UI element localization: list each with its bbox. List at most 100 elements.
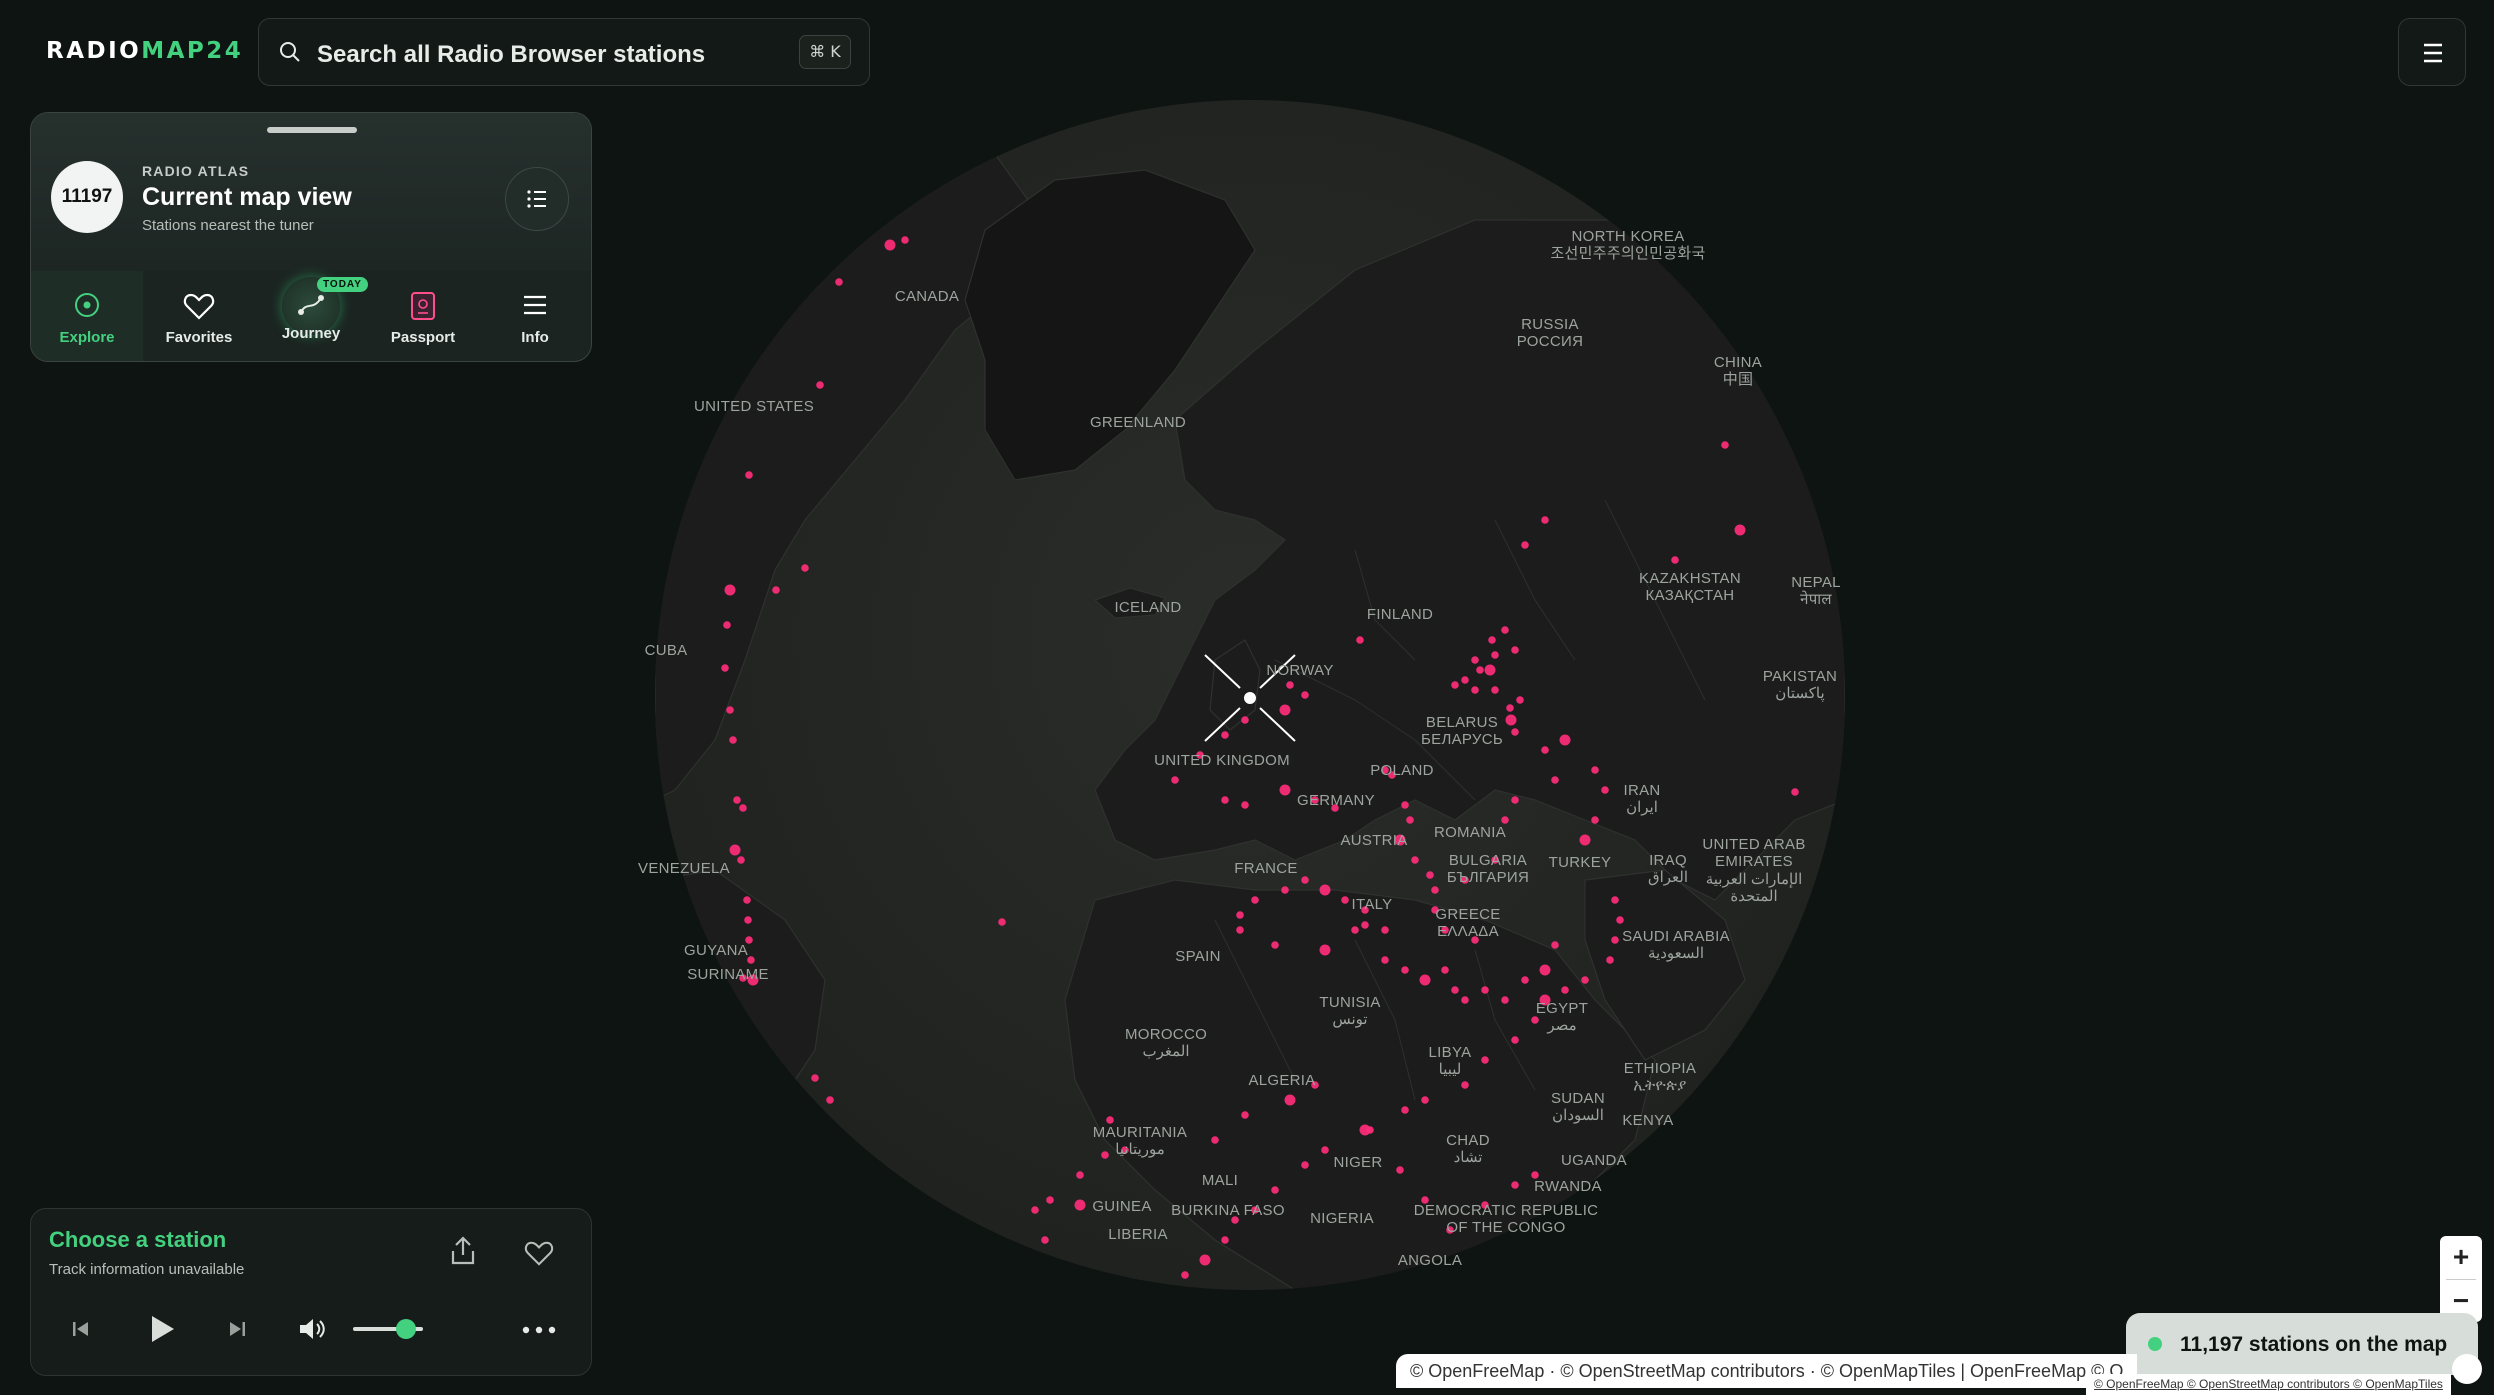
station-dot[interactable] xyxy=(739,804,747,812)
station-dot[interactable] xyxy=(1591,816,1599,824)
share-icon[interactable] xyxy=(449,1235,477,1267)
station-dot[interactable] xyxy=(1041,1236,1049,1244)
station-dot[interactable] xyxy=(737,856,745,864)
station-dot[interactable] xyxy=(1341,896,1349,904)
station-dot[interactable] xyxy=(1426,871,1434,879)
station-dot[interactable] xyxy=(745,471,753,479)
station-dot[interactable] xyxy=(1281,886,1289,894)
more-options-icon[interactable] xyxy=(521,1325,557,1335)
station-dot[interactable] xyxy=(1046,1196,1054,1204)
station-dot[interactable] xyxy=(1461,676,1469,684)
station-dot[interactable] xyxy=(1411,856,1419,864)
station-dot[interactable] xyxy=(1251,896,1259,904)
station-dot[interactable] xyxy=(729,736,737,744)
station-dot[interactable] xyxy=(901,236,909,244)
station-dot[interactable] xyxy=(1511,728,1519,736)
station-dot[interactable] xyxy=(1301,1161,1309,1169)
station-dot[interactable] xyxy=(1791,788,1799,796)
station-dot[interactable] xyxy=(1356,636,1364,644)
station-dot[interactable] xyxy=(1074,1199,1086,1211)
station-dot[interactable] xyxy=(1221,731,1229,739)
station-dot[interactable] xyxy=(1106,1116,1114,1124)
station-dot[interactable] xyxy=(1491,686,1499,694)
station-dot[interactable] xyxy=(1521,976,1529,984)
station-dot[interactable] xyxy=(1431,886,1439,894)
station-dot[interactable] xyxy=(1221,796,1229,804)
station-dot[interactable] xyxy=(1521,541,1529,549)
station-dot[interactable] xyxy=(1284,1094,1296,1106)
station-dot[interactable] xyxy=(744,916,752,924)
station-dot[interactable] xyxy=(1501,816,1509,824)
station-dot[interactable] xyxy=(1241,1111,1249,1119)
station-dot[interactable] xyxy=(1279,704,1291,716)
station-dot[interactable] xyxy=(1461,996,1469,1004)
tab-favorites[interactable]: Favorites xyxy=(143,271,255,361)
station-dot[interactable] xyxy=(1476,666,1484,674)
favorite-heart-icon[interactable] xyxy=(523,1239,555,1267)
station-dot[interactable] xyxy=(801,564,809,572)
station-dot[interactable] xyxy=(1271,941,1279,949)
station-dot[interactable] xyxy=(998,918,1006,926)
station-list-button[interactable] xyxy=(505,167,569,231)
station-dot[interactable] xyxy=(1511,646,1519,654)
station-dot[interactable] xyxy=(1559,734,1571,746)
station-dot[interactable] xyxy=(747,956,755,964)
volume-icon[interactable] xyxy=(297,1315,327,1343)
station-dot[interactable] xyxy=(1406,816,1414,824)
station-dot[interactable] xyxy=(743,896,751,904)
station-dot[interactable] xyxy=(1419,974,1431,986)
station-dot[interactable] xyxy=(1601,786,1609,794)
station-dot[interactable] xyxy=(1491,651,1499,659)
main-menu-button[interactable] xyxy=(2398,18,2466,86)
station-dot[interactable] xyxy=(826,1096,834,1104)
station-dot[interactable] xyxy=(1606,956,1614,964)
station-dot[interactable] xyxy=(1286,681,1294,689)
station-dot[interactable] xyxy=(1484,664,1496,676)
station-dot[interactable] xyxy=(1301,691,1309,699)
station-dot[interactable] xyxy=(1401,966,1409,974)
station-dot[interactable] xyxy=(1441,966,1449,974)
tab-journey[interactable]: TODAY Journey xyxy=(255,271,368,361)
station-dot[interactable] xyxy=(1199,1254,1211,1266)
station-dot[interactable] xyxy=(1241,801,1249,809)
station-dot[interactable] xyxy=(1181,1271,1189,1279)
station-dot[interactable] xyxy=(1271,1186,1279,1194)
station-dot[interactable] xyxy=(1581,976,1589,984)
station-dot[interactable] xyxy=(1236,911,1244,919)
map-attribution[interactable]: © OpenFreeMap · © OpenStreetMap contribu… xyxy=(1396,1354,2138,1388)
station-dot[interactable] xyxy=(1241,716,1249,724)
station-dot[interactable] xyxy=(1511,796,1519,804)
station-dot[interactable] xyxy=(811,1074,819,1082)
station-dot[interactable] xyxy=(1611,936,1619,944)
station-dot[interactable] xyxy=(733,796,741,804)
volume-knob[interactable] xyxy=(395,1319,416,1339)
station-dot[interactable] xyxy=(1506,704,1514,712)
station-dot[interactable] xyxy=(1579,834,1591,846)
station-dot[interactable] xyxy=(1221,1236,1229,1244)
app-logo[interactable]: RADIOMAP24 xyxy=(46,38,243,64)
station-dot[interactable] xyxy=(1516,696,1524,704)
play-icon[interactable] xyxy=(147,1313,177,1345)
station-dot[interactable] xyxy=(1381,956,1389,964)
station-dot[interactable] xyxy=(1421,1096,1429,1104)
zoom-in-button[interactable]: + xyxy=(2440,1236,2482,1278)
station-dot[interactable] xyxy=(835,278,843,286)
next-icon[interactable] xyxy=(227,1319,247,1339)
station-dot[interactable] xyxy=(726,706,734,714)
station-dot[interactable] xyxy=(1076,1171,1084,1179)
station-dot[interactable] xyxy=(1505,714,1517,726)
station-dot[interactable] xyxy=(1366,1126,1374,1134)
station-dot[interactable] xyxy=(1319,884,1331,896)
station-dot[interactable] xyxy=(1461,1081,1469,1089)
tab-info[interactable]: Info xyxy=(479,271,591,361)
station-dot[interactable] xyxy=(1616,916,1624,924)
station-dot[interactable] xyxy=(1401,801,1409,809)
station-dot[interactable] xyxy=(1591,766,1599,774)
station-dot[interactable] xyxy=(1279,784,1291,796)
station-dot[interactable] xyxy=(1031,1206,1039,1214)
previous-icon[interactable] xyxy=(71,1319,91,1339)
station-dot[interactable] xyxy=(1561,986,1569,994)
station-dot[interactable] xyxy=(1211,1136,1219,1144)
station-dot[interactable] xyxy=(1511,1036,1519,1044)
station-dot[interactable] xyxy=(729,844,741,856)
